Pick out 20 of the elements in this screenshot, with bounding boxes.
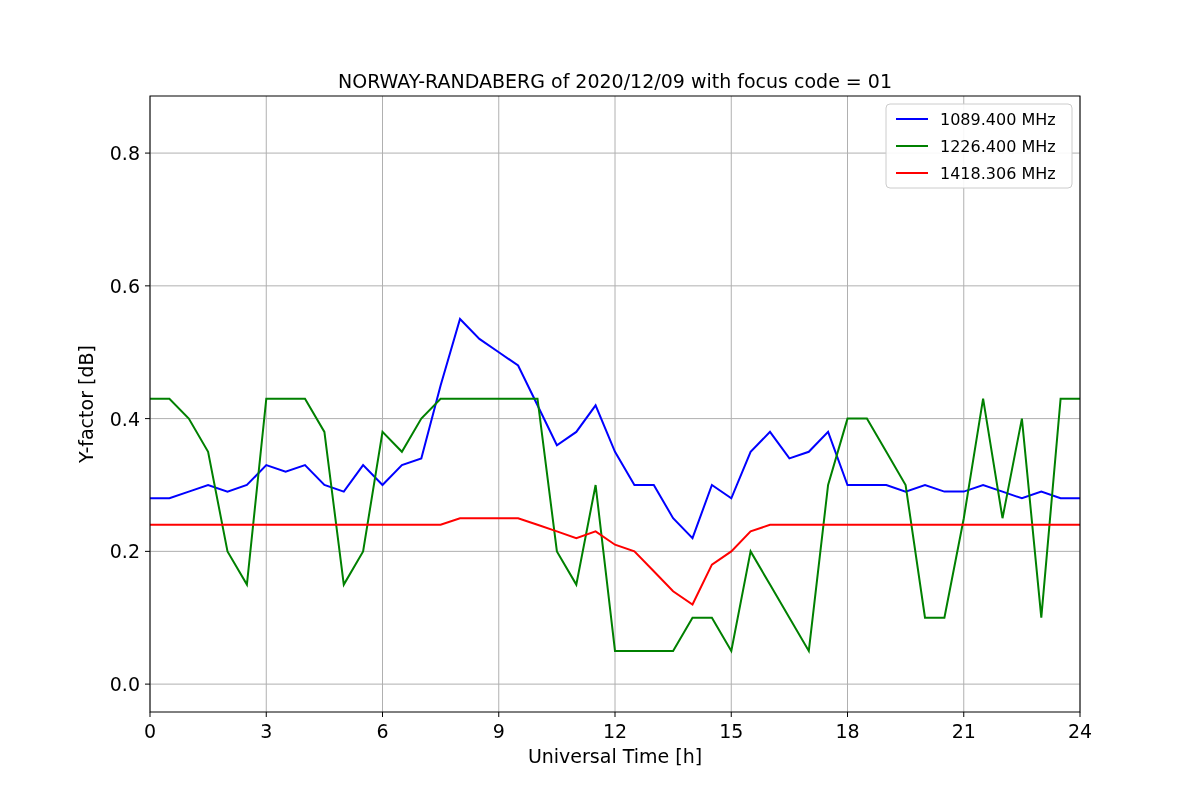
x-tick-label: 24 bbox=[1067, 720, 1093, 742]
legend-label: 1418.306 MHz bbox=[940, 164, 1056, 183]
x-tick-label: 15 bbox=[719, 720, 744, 742]
legend-label: 1226.400 MHz bbox=[940, 137, 1056, 156]
x-tick-label: 21 bbox=[951, 720, 976, 742]
legend-label: 1089.400 MHz bbox=[940, 110, 1056, 129]
y-tick-label: 0.4 bbox=[109, 407, 140, 430]
x-tick-label: 12 bbox=[602, 720, 628, 742]
y-tick-label: 0.0 bbox=[109, 673, 140, 696]
x-tick-label: 6 bbox=[376, 720, 389, 742]
y-tick-label: 0.2 bbox=[109, 540, 140, 563]
x-tick-label: 9 bbox=[492, 720, 505, 742]
y-tick-label: 0.6 bbox=[109, 274, 140, 297]
x-tick-label: 18 bbox=[835, 720, 860, 742]
x-tick-label: 3 bbox=[260, 720, 273, 742]
x-tick-label: 0 bbox=[143, 720, 157, 742]
x-axis-label: Universal Time [h] bbox=[527, 745, 703, 767]
y-tick-label: 0.8 bbox=[109, 142, 140, 165]
chart-title: NORWAY-RANDABERG of 2020/12/09 with focus code = 01 bbox=[338, 70, 892, 92]
y-axis-label: Y-factor [dB] bbox=[75, 345, 97, 463]
